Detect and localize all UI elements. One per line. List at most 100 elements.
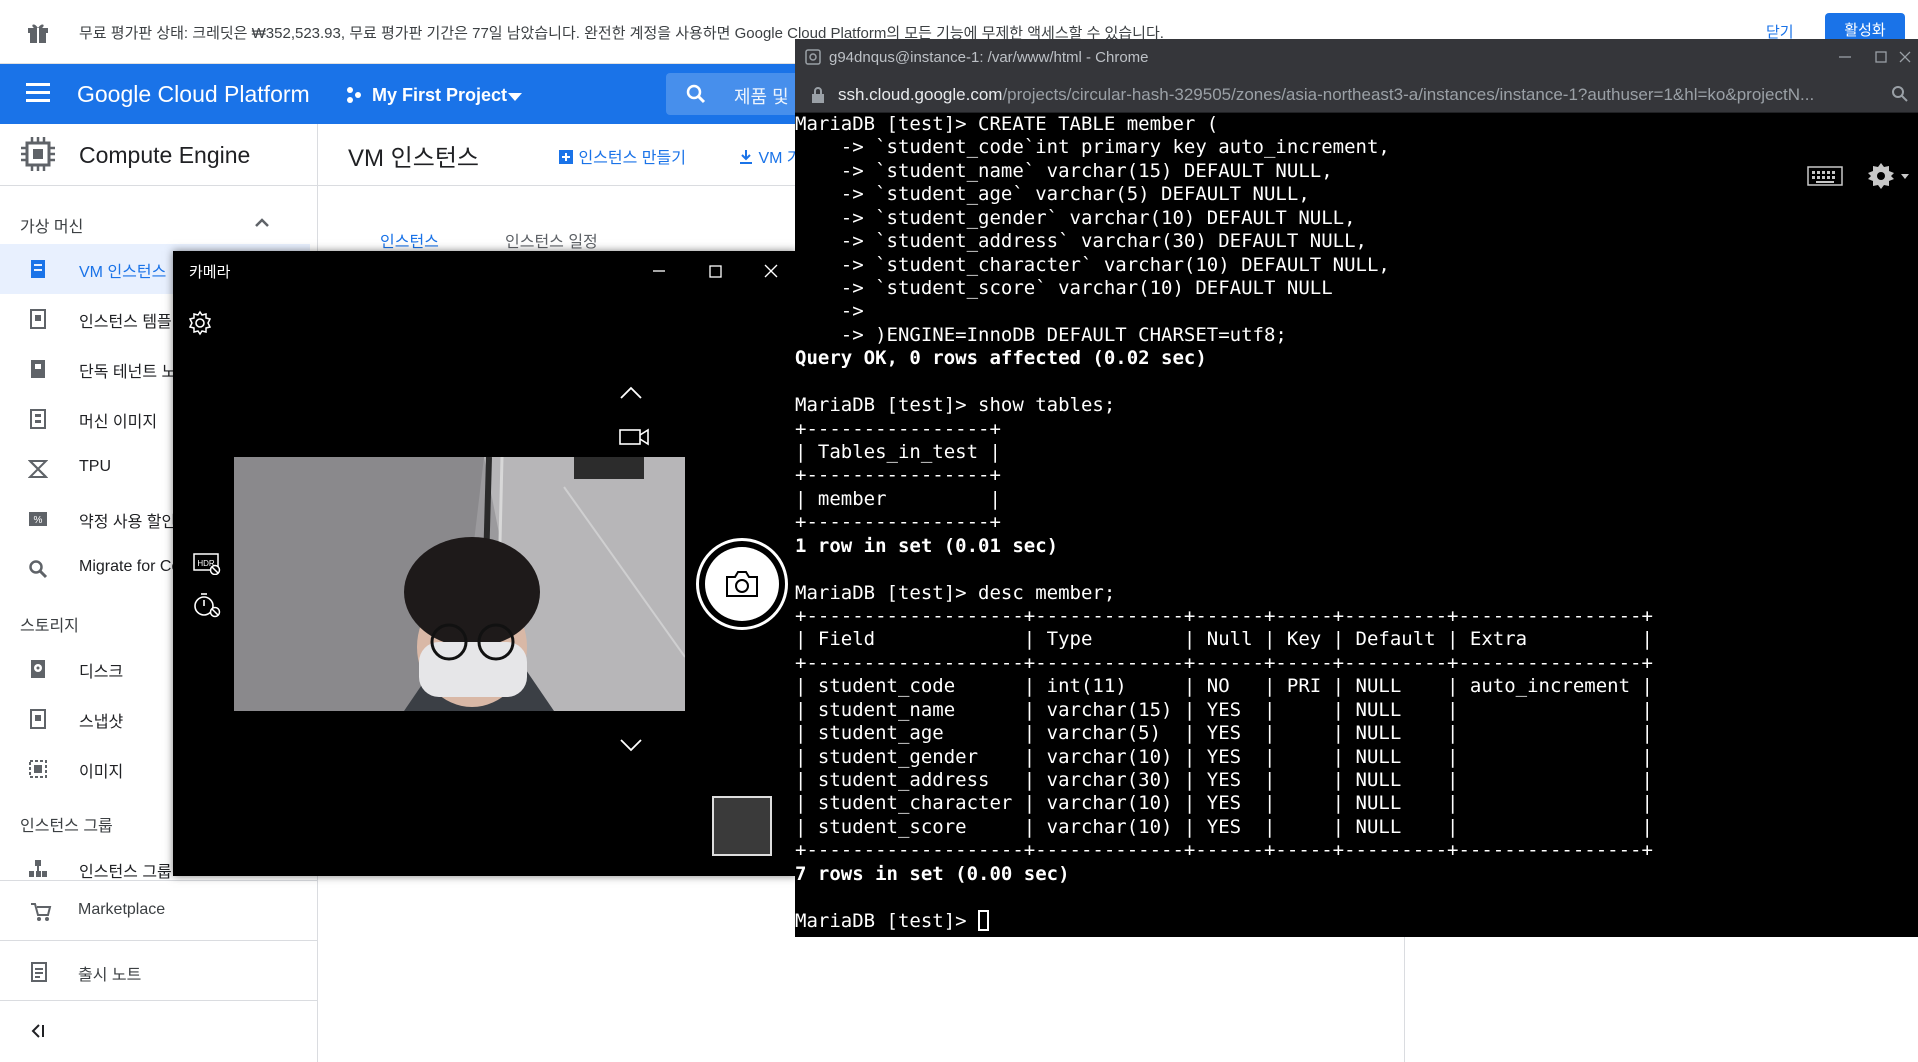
search-icon [29, 560, 48, 579]
download-icon [740, 150, 752, 164]
terminal-line: | member | [795, 488, 1001, 510]
address-bar[interactable]: ssh.cloud.google.com/projects/circular-h… [795, 75, 1918, 113]
tab-instance-schedules[interactable]: 인스턴스 일정 [505, 228, 598, 252]
camera-title: 카메라 [189, 264, 231, 281]
timer-icon[interactable] [193, 592, 221, 618]
terminal-line: | student_code | int(11) | NO | PRI | NU… [795, 675, 1653, 697]
section-vm-heading[interactable]: 가상 머신 [20, 213, 83, 237]
instance-group-icon [29, 860, 47, 877]
panel-divider [1404, 930, 1405, 1062]
terminal-line: | Field | Type | Null | Key | Default | … [795, 628, 1653, 650]
terminal-line: MariaDB [test]> [795, 910, 990, 933]
terminal-cursor [978, 910, 990, 931]
terminal-line: MariaDB [test]> show tables; [795, 394, 1116, 416]
terminal-line: Query OK, 0 rows affected (0.02 sec) [795, 347, 1207, 369]
svg-text:%: % [34, 515, 43, 526]
maximize-icon[interactable] [701, 257, 729, 285]
sidebar-item-label: 약정 사용 할인 [79, 514, 177, 531]
terminal-line: -> `student_name` varchar(15) DEFAULT NU… [795, 160, 1333, 182]
terminal-line: | student_character | varchar(10) | YES … [795, 792, 1653, 814]
collapse-icon [31, 1024, 44, 1038]
terminal-line: MariaDB [test]> CREATE TABLE member ( [795, 113, 1219, 135]
vm-icon [31, 260, 45, 278]
photo-shutter-button[interactable] [696, 538, 788, 630]
last-photo-thumbnail[interactable] [712, 796, 772, 856]
sidebar-item-label: 디스크 [79, 664, 124, 681]
settings-gear-icon[interactable] [1867, 161, 1911, 191]
terminal-line: +-------------------+-------------+-----… [795, 652, 1653, 674]
discount-icon: % [29, 512, 47, 526]
terminal-line: -> )ENGINE=InnoDB DEFAULT CHARSET=utf8; [795, 324, 1287, 346]
zoom-icon[interactable] [1891, 85, 1909, 103]
section-storage-heading: 스토리지 [20, 618, 79, 635]
chevron-down-icon [508, 93, 522, 101]
create-instance-label: 인스턴스 만들기 [578, 150, 686, 167]
hamburger-menu-icon[interactable] [26, 83, 50, 105]
terminal-line: | student_age | varchar(5) | YES | | NUL… [795, 722, 1653, 744]
webcam-frame-image [234, 457, 685, 711]
close-icon[interactable] [757, 257, 785, 285]
terminal-line: -> `student_age` varchar(5) DEFAULT NULL… [795, 183, 1310, 205]
project-dots-icon [347, 87, 361, 103]
terminal-line: 7 rows in set (0.00 sec) [795, 863, 1070, 885]
url-host: ssh.cloud.google.com [838, 85, 1003, 104]
sidebar-item-label: 머신 이미지 [79, 414, 158, 431]
terminal-line: -> `student_character` varchar(10) DEFAU… [795, 254, 1390, 276]
terminal-line: -> [795, 300, 864, 322]
sidebar-item-label: 인스턴스 그룹 [79, 864, 172, 881]
release-notes-icon [31, 962, 47, 982]
terminal-line: +----------------+ [795, 464, 1001, 486]
ssh-favicon-icon [805, 49, 821, 65]
cart-icon [31, 903, 52, 921]
product-header: Compute Engine [0, 124, 318, 186]
image-icon [29, 760, 47, 778]
shutter-inner [705, 547, 779, 621]
create-instance-button[interactable]: 인스턴스 만들기 [558, 144, 686, 168]
hdr-icon[interactable]: HDR [193, 553, 221, 575]
tab-instances[interactable]: 인스턴스 [380, 228, 439, 252]
window-title: g94dnqus@instance-1: /var/www/html - Chr… [829, 49, 1149, 66]
camera-icon [726, 571, 758, 597]
chevron-down-icon[interactable] [619, 738, 643, 752]
sidebar-item-label: VM 인스턴스 [79, 264, 167, 281]
compute-engine-icon [21, 137, 55, 171]
sidebar-item-label: 이미지 [79, 764, 124, 781]
terminal-line: -> `student_address` varchar(30) DEFAULT… [795, 230, 1367, 252]
settings-gear-icon[interactable] [187, 310, 213, 336]
url-text: ssh.cloud.google.com/projects/circular-h… [838, 85, 1878, 105]
terminal-line: -> `student_code`int primary key auto_in… [795, 136, 1390, 158]
terminal-line: | student_score | varchar(10) | YES | | … [795, 816, 1653, 838]
terminal-line: +----------------+ [795, 418, 1001, 440]
disk-icon [31, 660, 45, 678]
url-path: /projects/circular-hash-329505/zones/asi… [1002, 85, 1815, 104]
sidebar-item-release-notes[interactable]: 출시 노트 [0, 940, 318, 1000]
terminal-line: | Tables_in_test | [795, 441, 1001, 463]
machine-image-icon [30, 409, 46, 429]
collapse-sidebar-button[interactable] [0, 1000, 318, 1062]
gift-icon [28, 24, 48, 43]
search-icon [686, 84, 706, 104]
add-box-icon [559, 150, 573, 164]
sole-tenant-icon [31, 360, 45, 378]
page-title: VM 인스턴스 [348, 145, 479, 172]
terminal-line: -> `student_score` varchar(10) DEFAULT N… [795, 277, 1333, 299]
chevron-up-icon[interactable] [619, 386, 643, 400]
snapshot-icon [30, 709, 46, 729]
terminal-line: | student_name | varchar(15) | YES | | N… [795, 699, 1653, 721]
minimize-icon[interactable] [1835, 47, 1855, 67]
close-icon[interactable] [1895, 47, 1915, 67]
sidebar-item-label: 출시 노트 [78, 967, 142, 984]
sidebar-item-label: 인스턴스 템플릿 [79, 314, 187, 331]
video-mode-icon[interactable] [619, 427, 649, 447]
ssh-terminal[interactable]: MariaDB [test]> CREATE TABLE member ( ->… [795, 113, 1918, 937]
gcp-logo-text[interactable]: Google Cloud Platform [77, 81, 310, 108]
terminal-line: +-------------------+-------------+-----… [795, 839, 1653, 861]
chevron-up-icon[interactable] [255, 218, 269, 227]
sidebar-item-marketplace[interactable]: Marketplace [0, 880, 318, 940]
project-name: My First Project [372, 85, 508, 105]
sidebar-item-label: 스냅샷 [79, 714, 124, 731]
camera-window: 카메라 HDR [173, 251, 797, 876]
maximize-icon[interactable] [1871, 47, 1891, 67]
minimize-icon[interactable] [645, 257, 673, 285]
keyboard-icon[interactable] [1807, 165, 1843, 187]
